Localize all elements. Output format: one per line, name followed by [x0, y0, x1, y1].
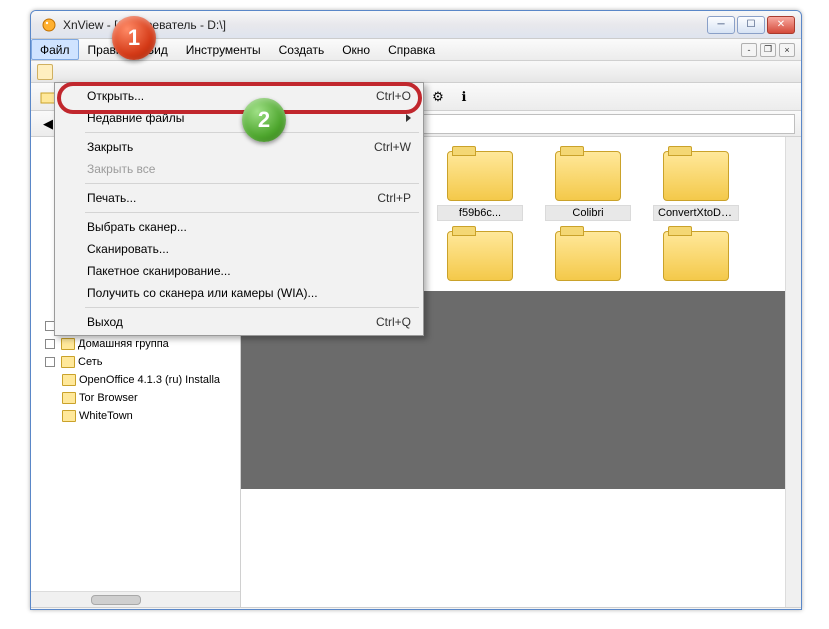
folder-icon: [62, 374, 76, 386]
menu-close-all: Закрыть все: [57, 158, 421, 180]
folder-icon: [663, 231, 729, 281]
folder-item[interactable]: ConvertXtoDVD: [653, 151, 739, 221]
settings-icon[interactable]: ⚙: [427, 86, 449, 108]
info-icon[interactable]: ℹ: [453, 86, 475, 108]
mdi-minimize[interactable]: -: [741, 43, 757, 57]
tree-item: Домашняя группа: [45, 335, 240, 353]
folder-icon: [61, 356, 75, 368]
folder-item[interactable]: f59b6c...: [437, 151, 523, 221]
folder-item[interactable]: Colibri: [545, 151, 631, 221]
menu-close[interactable]: ЗакрытьCtrl+W: [57, 136, 421, 158]
folder-item[interactable]: [545, 231, 631, 281]
mdi-controls: - ❐ ×: [741, 39, 801, 60]
folder-label: Colibri: [545, 205, 631, 221]
file-menu-dropdown: Открыть...Ctrl+O Недавние файлы ЗакрытьC…: [54, 82, 424, 336]
window-title: XnView - [Обозреватель - D:\]: [63, 18, 707, 32]
folder-item[interactable]: [653, 231, 739, 281]
folder-icon: [61, 338, 75, 350]
mdi-restore[interactable]: ❐: [760, 43, 776, 57]
tabbar: [31, 61, 801, 83]
statusbar: 95 объект(ов) / 1 файл(ов) выделено 1: [31, 607, 801, 610]
folder-icon: [555, 231, 621, 281]
menu-batch-scan[interactable]: Пакетное сканирование...: [57, 260, 421, 282]
folder-icon: [663, 151, 729, 201]
menu-help[interactable]: Справка: [379, 39, 444, 60]
folder-label: f59b6c...: [437, 205, 523, 221]
menu-scan[interactable]: Сканировать...: [57, 238, 421, 260]
grid-vscrollbar[interactable]: [785, 137, 801, 607]
folder-item[interactable]: [437, 231, 523, 281]
folder-icon: [447, 231, 513, 281]
menu-print[interactable]: Печать...Ctrl+P: [57, 187, 421, 209]
window-controls: ─ ☐ ✕: [707, 16, 795, 34]
folder-label: ConvertXtoDVD: [653, 205, 739, 221]
app-icon: [41, 17, 57, 33]
mdi-close[interactable]: ×: [779, 43, 795, 57]
tree-hscrollbar[interactable]: [31, 591, 240, 607]
tree-item: Сеть: [45, 353, 240, 371]
tree-item: OpenOffice 4.1.3 (ru) Installa: [45, 371, 240, 389]
menu-create[interactable]: Создать: [270, 39, 334, 60]
tree-item: Tor Browser: [45, 389, 240, 407]
menu-exit[interactable]: ВыходCtrl+Q: [57, 311, 421, 333]
tree-item: WhiteTown: [45, 407, 240, 425]
menu-tools[interactable]: Инструменты: [177, 39, 270, 60]
folder-icon: [447, 151, 513, 201]
minimize-button[interactable]: ─: [707, 16, 735, 34]
close-button[interactable]: ✕: [767, 16, 795, 34]
maximize-button[interactable]: ☐: [737, 16, 765, 34]
tab-browser-icon[interactable]: [37, 64, 53, 80]
menu-file[interactable]: Файл: [31, 39, 79, 60]
folder-icon: [62, 392, 76, 404]
menu-wia[interactable]: Получить со сканера или камеры (WIA)...: [57, 282, 421, 304]
menu-select-scanner[interactable]: Выбрать сканер...: [57, 216, 421, 238]
callout-1: 1: [112, 16, 156, 60]
callout-2: 2: [242, 98, 286, 142]
folder-icon: [555, 151, 621, 201]
menu-open[interactable]: Открыть...Ctrl+O: [57, 85, 421, 107]
menu-recent[interactable]: Недавние файлы: [57, 107, 421, 129]
folder-icon: [62, 410, 76, 422]
menu-window[interactable]: Окно: [333, 39, 379, 60]
